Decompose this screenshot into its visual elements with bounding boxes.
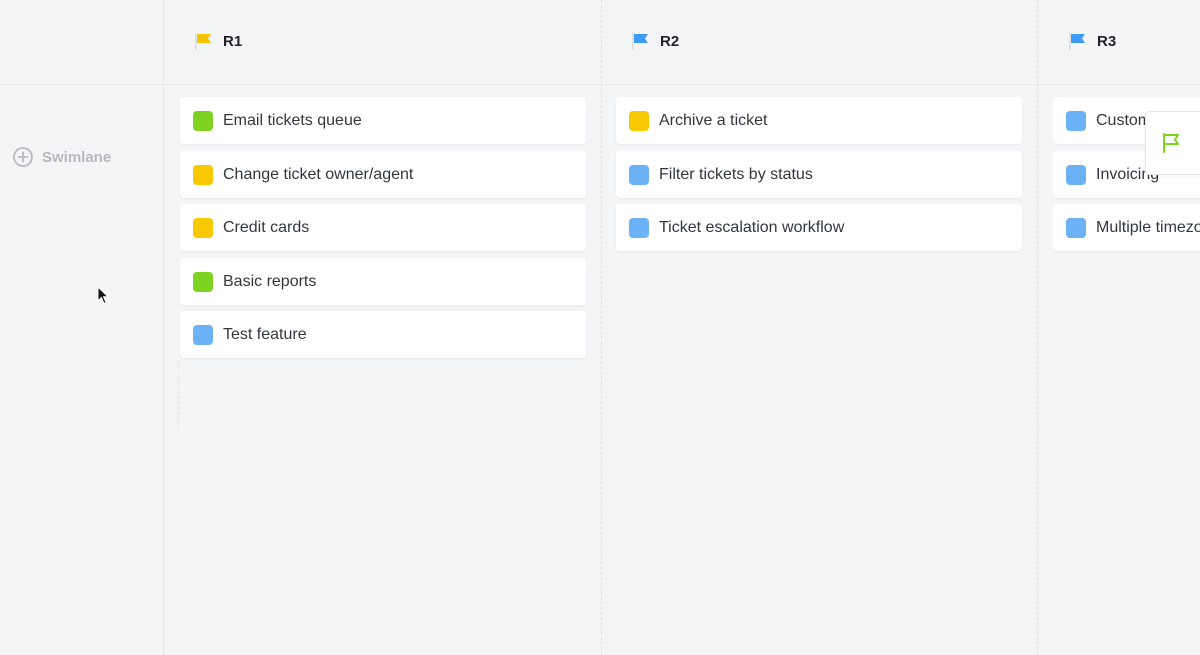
card-label: Email tickets queue: [223, 111, 362, 129]
card-label: Test feature: [223, 325, 307, 343]
status-dot: [1066, 164, 1086, 185]
flag-icon: [632, 33, 648, 50]
column-header-r3[interactable]: R3: [1067, 28, 1116, 54]
drop-guide: [178, 360, 179, 430]
card-label: Basic reports: [223, 272, 317, 290]
column-title: R1: [223, 32, 243, 50]
release-header-row: [0, 0, 1200, 85]
column-header-r2[interactable]: R2: [630, 28, 679, 54]
card-label: Archive a ticket: [659, 111, 768, 129]
status-dot: [629, 217, 649, 238]
feature-card[interactable]: Email tickets queue: [180, 97, 586, 144]
card-label: Change ticket owner/agent: [223, 165, 414, 183]
feature-card[interactable]: Test feature: [180, 311, 586, 358]
status-dot: [193, 217, 213, 238]
status-dot: [193, 110, 213, 131]
mouse-cursor-icon: [97, 286, 109, 305]
column-title: R2: [660, 32, 680, 50]
swimlane-label: Swimlane: [42, 148, 112, 166]
feature-card[interactable]: Ticket escalation workflow: [616, 204, 1022, 251]
feature-card[interactable]: Basic reports: [180, 258, 586, 305]
status-dot: [1066, 217, 1086, 238]
status-dot: [193, 324, 213, 345]
status-dot: [629, 164, 649, 185]
column-title: R3: [1097, 32, 1117, 50]
status-dot: [629, 110, 649, 131]
feature-card[interactable]: Archive a ticket: [616, 97, 1022, 144]
release-flag-icon: [1163, 133, 1179, 153]
plus-circle-icon: [13, 147, 33, 167]
column-header-r1[interactable]: R1: [193, 28, 242, 54]
release-panel-button[interactable]: [1145, 111, 1200, 175]
feature-card[interactable]: Multiple timezones: [1053, 204, 1200, 251]
feature-card[interactable]: Filter tickets by status: [616, 151, 1022, 198]
add-swimlane-button[interactable]: Swimlane: [12, 146, 111, 168]
status-dot: [1066, 110, 1086, 131]
swimlane-column: [0, 0, 164, 655]
flag-icon: [195, 33, 211, 50]
flag-icon: [1069, 33, 1085, 50]
card-label: Ticket escalation workflow: [659, 218, 845, 236]
status-dot: [193, 271, 213, 292]
status-dot: [193, 164, 213, 185]
column-divider: [1037, 0, 1038, 655]
feature-card[interactable]: Change ticket owner/agent: [180, 151, 586, 198]
feature-card[interactable]: Credit cards: [180, 204, 586, 251]
card-label: Multiple timezones: [1096, 218, 1200, 236]
roadmap-board: R1 R2 R3 Swimlane Email tickets queue Ch…: [0, 0, 1200, 655]
card-label: Credit cards: [223, 218, 310, 236]
column-divider: [601, 0, 602, 655]
card-label: Filter tickets by status: [659, 165, 813, 183]
